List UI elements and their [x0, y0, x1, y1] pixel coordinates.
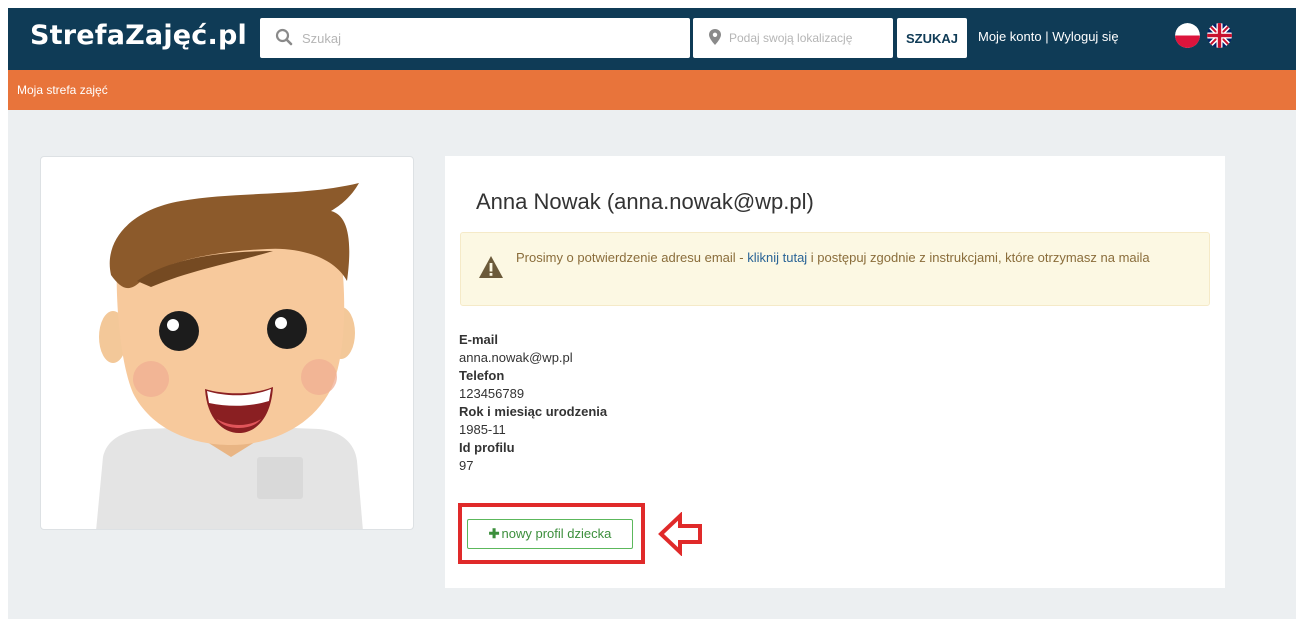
email-confirmation-alert: Prosimy o potwierdzenie adresu email - k… — [460, 232, 1210, 306]
uk-flag-icon[interactable] — [1207, 23, 1232, 48]
arrow-left-icon — [658, 511, 704, 561]
birth-date-label: Rok i miesiąc urodzenia — [459, 404, 608, 419]
sub-navbar: Moja strefa zajęć — [8, 70, 1296, 110]
search-input[interactable] — [302, 18, 682, 58]
avatar-card — [40, 156, 414, 530]
location-field[interactable] — [693, 18, 893, 58]
phone-label: Telefon — [459, 368, 505, 383]
map-marker-icon — [708, 28, 722, 51]
poland-flag-icon[interactable] — [1175, 23, 1200, 48]
alert-text-after: i postępuj zgodnie z instrukcjami, które… — [807, 250, 1150, 265]
profile-id-label: Id profilu — [459, 440, 515, 455]
phone-value: 123456789 — [459, 386, 525, 401]
warning-icon — [478, 255, 504, 284]
my-zone-link[interactable]: Moja strefa zajęć — [17, 83, 108, 97]
new-child-profile-button[interactable]: ✚ nowy profil dziecka — [467, 519, 633, 549]
email-label: E-mail — [459, 332, 499, 347]
account-links: Moje konto | Wyloguj się — [978, 29, 1119, 44]
avatar — [96, 183, 363, 529]
search-button[interactable]: SZUKAJ — [897, 18, 967, 58]
site-logo[interactable]: StrefaZajęć.pl — [30, 20, 247, 51]
alert-message: Prosimy o potwierdzenie adresu email - k… — [516, 248, 1196, 268]
alert-text-before: Prosimy o potwierdzenie adresu email - — [516, 250, 748, 265]
page: StrefaZajęć.pl SZUKAJ Moje konto | Wylo — [8, 8, 1296, 619]
email-value: anna.nowak@wp.pl — [459, 350, 573, 365]
logout-link[interactable]: Wyloguj się — [1052, 29, 1118, 44]
plus-icon: ✚ — [488, 526, 500, 541]
profile-details: E-mail anna.nowak@wp.pl Telefon 12345678… — [459, 331, 607, 475]
profile-panel: Anna Nowak (anna.nowak@wp.pl) Prosimy o … — [445, 156, 1225, 588]
confirm-email-link[interactable]: kliknij tutaj — [747, 250, 807, 265]
top-navbar: StrefaZajęć.pl SZUKAJ Moje konto | Wylo — [8, 8, 1296, 70]
my-account-link[interactable]: Moje konto — [978, 29, 1042, 44]
location-input[interactable] — [729, 18, 889, 58]
search-icon — [275, 28, 293, 51]
search-field[interactable] — [260, 18, 690, 58]
birth-date-value: 1985-11 — [459, 422, 506, 437]
account-separator: | — [1041, 29, 1053, 44]
new-child-profile-label: nowy profil dziecka — [501, 526, 612, 541]
profile-id-value: 97 — [459, 458, 474, 473]
profile-title: Anna Nowak (anna.nowak@wp.pl) — [476, 189, 814, 214]
